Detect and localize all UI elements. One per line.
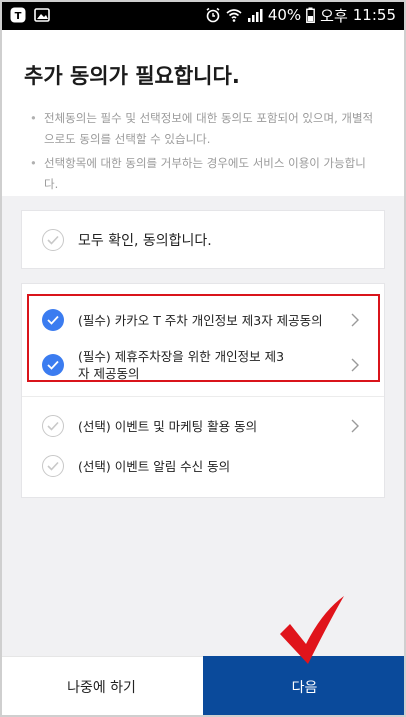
unchecked-icon[interactable] xyxy=(42,455,64,477)
svg-text:T: T xyxy=(15,11,22,22)
agree-all-label: 모두 확인, 동의합니다. xyxy=(78,232,212,249)
consent-item-event-notification[interactable]: (선택) 이벤트 알림 수신 동의 xyxy=(22,450,384,482)
agree-all-check-icon[interactable] xyxy=(42,228,64,251)
alarm-icon xyxy=(206,7,220,23)
status-bar: T 40% 오후 11:55 xyxy=(0,0,406,30)
gallery-icon xyxy=(34,8,50,22)
consent-label: (선택) 이벤트 및 마케팅 활용 동의 xyxy=(78,418,258,434)
later-button[interactable]: 나중에 하기 xyxy=(0,656,203,717)
red-checkmark-annotation-icon xyxy=(280,596,344,664)
consent-label: (선택) 이벤트 알림 수신 동의 xyxy=(78,458,231,474)
page-title: 추가 동의가 필요합니다. xyxy=(24,64,240,88)
wifi-icon xyxy=(226,9,242,22)
unchecked-icon[interactable] xyxy=(42,415,64,437)
note-item: 전체동의는 필수 및 선택정보에 대한 동의도 포함되어 있으며, 개별적으로도… xyxy=(28,108,380,150)
consent-item-marketing[interactable]: (선택) 이벤트 및 마케팅 활용 동의 xyxy=(22,410,384,442)
required-items-highlight xyxy=(27,294,380,382)
battery-icon xyxy=(306,7,316,23)
time-period: 오후 xyxy=(320,6,348,25)
signal-icon xyxy=(247,9,263,22)
chevron-right-icon[interactable] xyxy=(350,419,360,433)
kakao-t-app-icon: T xyxy=(10,7,26,23)
note-item: 선택항목에 대한 동의를 거부하는 경우에도 서비스 이용이 가능합니다. xyxy=(28,153,380,195)
consent-notes: 전체동의는 필수 및 선택정보에 대한 동의도 포함되어 있으며, 개별적으로도… xyxy=(28,108,380,198)
agree-all-row[interactable]: 모두 확인, 동의합니다. xyxy=(21,210,385,269)
divider xyxy=(22,396,384,397)
battery-percent: 40% xyxy=(267,6,302,24)
clock-time: 11:55 xyxy=(352,6,396,24)
